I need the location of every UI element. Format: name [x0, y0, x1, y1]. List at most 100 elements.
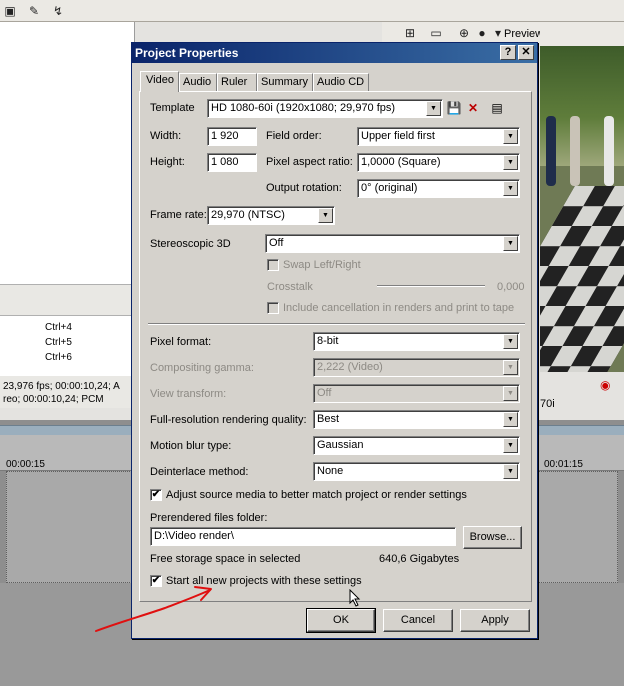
close-button[interactable]: ✕ [518, 45, 534, 60]
free-storage-label: Free storage space in selected [150, 553, 301, 565]
deinterlace-select[interactable]: None ▼ [313, 462, 520, 481]
shortcut-item: Ctrl+6 [45, 352, 72, 363]
overlay-icon[interactable]: ⊕ [456, 25, 472, 41]
height-label: Height: [150, 156, 185, 168]
tab-ruler[interactable]: Ruler [217, 73, 257, 91]
full-res-select[interactable]: Best ▼ [313, 410, 520, 429]
mouse-cursor-icon [349, 589, 361, 607]
chevron-down-icon[interactable]: ▼ [503, 334, 518, 349]
browse-button[interactable]: Browse... [463, 526, 522, 549]
snap-icon[interactable]: ↯ [50, 3, 66, 19]
motion-blur-select[interactable]: Gaussian ▼ [313, 436, 520, 455]
divider [148, 323, 525, 325]
media-info-line: reo; 00:00:10,24; PCM [3, 394, 104, 405]
adjust-source-checkbox[interactable]: ✔ [150, 489, 162, 501]
tab-video[interactable]: Video [140, 71, 179, 92]
record-icon[interactable]: ◉ [600, 378, 610, 392]
project-properties-dialog: Project Properties ? ✕ Video Audio Ruler… [131, 42, 538, 639]
start-all-checkbox[interactable]: ✔ [150, 575, 162, 587]
pixel-aspect-select[interactable]: 1,0000 (Square) ▼ [357, 153, 520, 172]
view-transform-select[interactable]: Off ▼ [313, 384, 520, 403]
chevron-down-icon[interactable]: ▼ [503, 412, 518, 427]
apply-button[interactable]: Apply [460, 609, 530, 632]
prerendered-label: Prerendered files folder: [150, 512, 268, 524]
tab-audio-cd[interactable]: Audio CD [313, 73, 369, 91]
template-select[interactable]: HD 1080-60i (1920x1080; 29,970 fps) ▼ [207, 99, 443, 118]
chevron-down-icon[interactable]: ▼ [503, 181, 518, 196]
preview-resolution: 70i [540, 398, 555, 410]
full-res-label: Full-resolution rendering quality: [150, 414, 307, 426]
pixel-format-value: 8-bit [317, 335, 339, 347]
help-button[interactable]: ? [500, 45, 516, 60]
toolbar-icon[interactable]: ▣ [2, 3, 18, 19]
adjust-source-label: Adjust source media to better match proj… [166, 489, 467, 501]
explorer-panel [0, 22, 135, 284]
ok-button[interactable]: OK [306, 608, 376, 633]
width-label: Width: [150, 130, 182, 142]
deinterlace-value: None [317, 465, 344, 477]
full-res-value: Best [317, 413, 340, 425]
output-rotation-select[interactable]: 0° (original) ▼ [357, 179, 520, 198]
brush-icon[interactable]: ✎ [26, 3, 42, 19]
include-cancel-label: Include cancellation in renders and prin… [283, 302, 515, 314]
preview-bar [540, 22, 624, 46]
split-icon[interactable]: ⊞ [402, 25, 418, 41]
template-label: Template [150, 102, 195, 114]
view-transform-value: Off [317, 387, 332, 399]
chevron-down-icon[interactable]: ▼ [503, 386, 518, 401]
crosstalk-label: Crosstalk [267, 281, 313, 293]
monitor-icon[interactable]: ▭ [428, 25, 444, 41]
stereo-select[interactable]: Off ▼ [265, 234, 520, 253]
output-rotation-label: Output rotation: [266, 182, 342, 194]
swap-label: Swap Left/Right [283, 259, 361, 271]
frame-rate-label: Frame rate: [150, 209, 207, 221]
shortcut-list: Ctrl+4 Ctrl+5 Ctrl+6 [0, 316, 135, 376]
delete-icon[interactable]: ✕ [465, 100, 481, 116]
crosstalk-value: 0,000 [497, 281, 525, 293]
timeline-time: 00:01:15 [544, 459, 583, 470]
deinterlace-label: Deinterlace method: [150, 466, 249, 478]
color-icon[interactable]: ● [474, 25, 490, 41]
height-input[interactable]: 1 080 [207, 153, 257, 172]
stereo-value: Off [269, 237, 284, 249]
pixel-format-select[interactable]: 8-bit ▼ [313, 332, 520, 351]
main-toolbar: ▣ ✎ ↯ [0, 0, 624, 22]
view-transform-label: View transform: [150, 388, 227, 400]
dialog-title: Project Properties [132, 43, 537, 63]
template-value: HD 1080-60i (1920x1080; 29,970 fps) [211, 102, 396, 114]
prerendered-folder-input[interactable]: D:\Video render\ [150, 527, 456, 546]
motion-blur-label: Motion blur type: [150, 440, 232, 452]
shortcut-item: Ctrl+4 [45, 322, 72, 333]
crosstalk-slider[interactable] [377, 285, 485, 287]
save-icon[interactable]: 💾 [446, 100, 462, 116]
include-cancel-checkbox[interactable] [267, 302, 279, 314]
preview-person [604, 116, 614, 186]
frame-rate-select[interactable]: 29,970 (NTSC) ▼ [207, 206, 335, 225]
chevron-down-icon[interactable]: ▼ [426, 101, 441, 116]
chevron-down-icon[interactable]: ▼ [503, 464, 518, 479]
tab-audio[interactable]: Audio [179, 73, 217, 91]
swap-checkbox[interactable] [267, 259, 279, 271]
compositing-select[interactable]: 2,222 (Video) ▼ [313, 358, 520, 377]
compositing-label: Compositing gamma: [150, 362, 254, 374]
compositing-value: 2,222 (Video) [317, 361, 383, 373]
preview-person [570, 116, 580, 186]
chevron-down-icon[interactable]: ▼ [503, 155, 518, 170]
width-input[interactable]: 1 920 [207, 127, 257, 146]
pixel-format-label: Pixel format: [150, 336, 212, 348]
chevron-down-icon[interactable]: ▼ [503, 236, 518, 251]
shortcut-item: Ctrl+5 [45, 337, 72, 348]
chevron-down-icon[interactable]: ▼ [503, 360, 518, 375]
cancel-button[interactable]: Cancel [383, 609, 453, 632]
chevron-down-icon[interactable]: ▼ [503, 129, 518, 144]
free-storage-value: 640,6 Gigabytes [379, 553, 460, 565]
match-media-icon[interactable]: ▤ [489, 100, 505, 116]
pixel-aspect-label: Pixel aspect ratio: [266, 156, 353, 168]
chevron-down-icon[interactable]: ▼ [503, 438, 518, 453]
chevron-down-icon[interactable]: ▼ [318, 208, 333, 223]
output-rotation-value: 0° (original) [361, 182, 418, 194]
field-order-select[interactable]: Upper field first ▼ [357, 127, 520, 146]
timeline-time: 00:00:15 [6, 459, 45, 470]
tab-summary[interactable]: Summary [257, 73, 313, 91]
start-all-label: Start all new projects with these settin… [166, 575, 362, 587]
